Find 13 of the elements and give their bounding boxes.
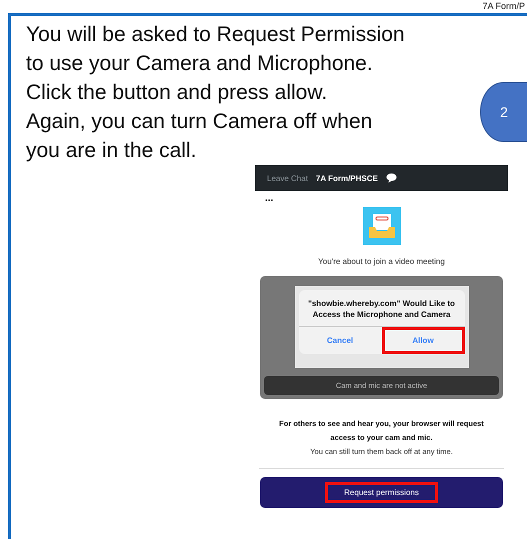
instruction-text: You will be asked to Request Permission to use your Camera and Microphone. Click the button and press allow. Again, you can turn Camera off when you are in the call. [25, 22, 406, 164]
header-text: 7A Form/P [481, 0, 525, 13]
dialog-button[interactable]: Allow [382, 327, 464, 354]
chat-title: 7A Form/PHSCE [316, 174, 378, 182]
dialog-message: "showbie.whereby.com" Would Like to Access the Microphone and Camera [307, 298, 456, 321]
dialog-button[interactable]: Cancel [298, 327, 382, 354]
prompt-text: You're about to join a video meeting [318, 257, 445, 266]
chat-bubble-icon [386, 173, 397, 183]
more-menu[interactable]: ... [265, 193, 274, 204]
request-permissions-button[interactable]: Request permissions [260, 477, 503, 508]
leave-chat-link[interactable]: Leave Chat [267, 174, 308, 182]
inbox-tray-icon [362, 207, 400, 245]
step-badge: 2 [480, 82, 527, 142]
